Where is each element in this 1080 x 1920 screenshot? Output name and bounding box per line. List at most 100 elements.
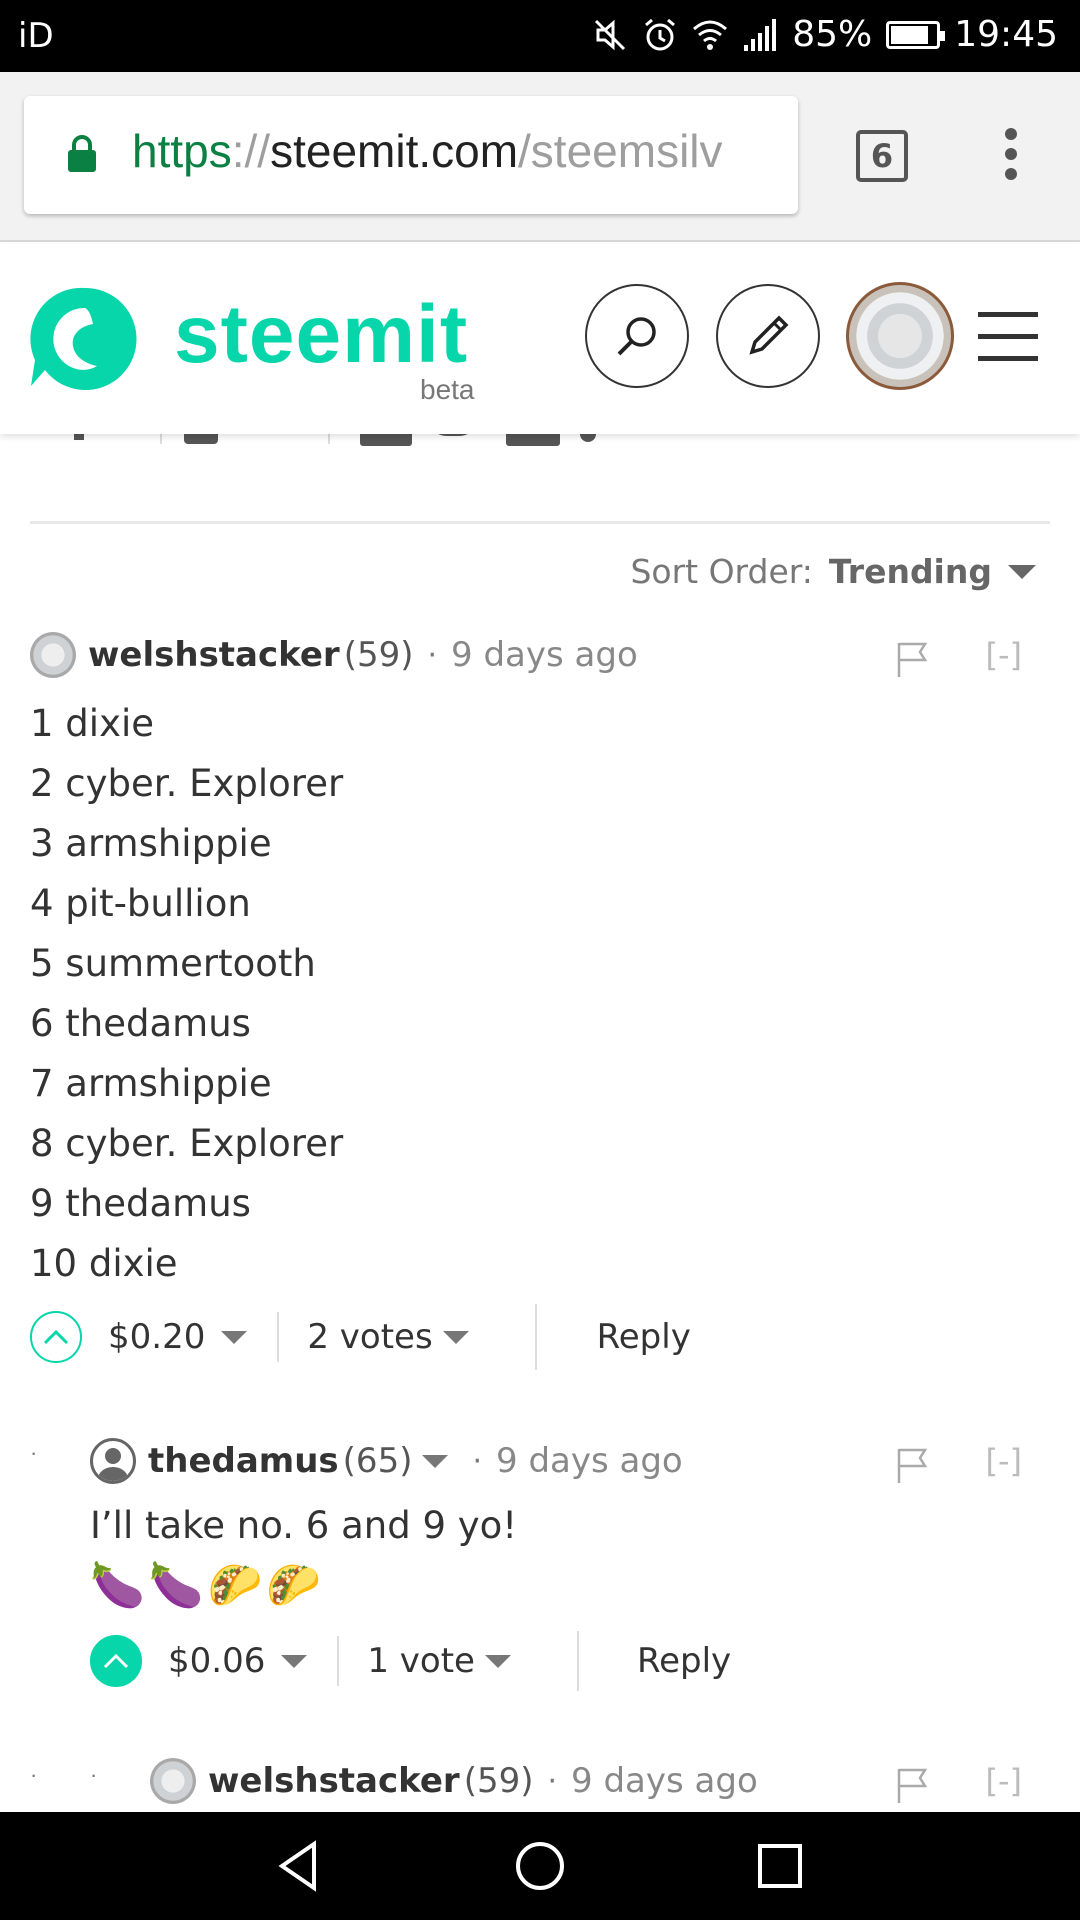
flag-icon[interactable] (896, 640, 930, 678)
tab-switcher-button[interactable]: 6 (856, 130, 908, 182)
flag-icon[interactable] (896, 1766, 930, 1804)
battery-level (891, 25, 929, 44)
android-nav-bar (0, 1812, 1080, 1920)
sort-order-label: Sort Order: (630, 552, 813, 591)
comment-line: I’ll take no. 6 and 9 yo! (90, 1504, 518, 1547)
collapse-button[interactable]: [-] (985, 636, 1022, 674)
steemit-logo-text[interactable]: steemit (174, 288, 468, 382)
comment: welshstacker (59) · 9 days ago [-] (0, 1758, 1080, 1812)
footer-divider (277, 1312, 280, 1362)
url-bar[interactable]: https://steemit.com/steemsilv (24, 96, 798, 214)
carrier-label: iD (18, 16, 54, 56)
kebab-dot-icon (1005, 168, 1017, 180)
hamburger-line-icon (978, 334, 1038, 339)
chevron-down-icon[interactable] (221, 1330, 248, 1344)
steemit-logo-icon[interactable] (28, 282, 142, 396)
home-icon[interactable] (510, 1836, 570, 1896)
status-icons: 85% 19:45 (592, 14, 1058, 55)
lock-icon (68, 135, 96, 172)
vote-count[interactable]: 1 vote (367, 1641, 475, 1681)
mute-icon (595, 19, 626, 50)
url-path: /steemsilv (518, 125, 723, 177)
chevron-up-icon (103, 1653, 129, 1669)
write-post-button[interactable] (716, 284, 820, 388)
comment-line: 3 armshippie (30, 822, 272, 865)
comment-line: 10 dixie (30, 1242, 178, 1285)
comment-header: welshstacker (59) · 9 days ago (150, 1758, 758, 1804)
collapse-button[interactable]: [-] (985, 1442, 1022, 1480)
sort-order-value[interactable]: Trending (829, 552, 992, 591)
footer-divider (337, 1636, 340, 1686)
chevron-down-icon[interactable] (1008, 564, 1036, 579)
separator-dot: · (427, 637, 438, 673)
battery-percent: 85% (792, 14, 873, 55)
avatar[interactable] (150, 1758, 196, 1804)
comment-line: 7 armshippie (30, 1062, 272, 1105)
comment-footer: $0.20 2 votes Reply (30, 1304, 691, 1370)
browser-menu-button[interactable] (994, 128, 1028, 188)
thread-marker: · (30, 1440, 38, 1465)
pencil-icon (749, 315, 789, 355)
user-avatar-button[interactable] (846, 282, 954, 390)
comment-author[interactable]: welshstacker (88, 635, 340, 675)
sort-order-control[interactable]: Sort Order: Trending (630, 552, 1036, 591)
avatar[interactable] (30, 632, 76, 678)
author-reputation: (65) (342, 1441, 413, 1481)
author-reputation: (59) (343, 635, 414, 675)
wifi-icon (693, 20, 728, 50)
battery-icon (886, 20, 946, 49)
comment-line: 5 summertooth (30, 942, 316, 985)
footer-divider (534, 1304, 537, 1370)
comment-timestamp[interactable]: 9 days ago (496, 1441, 683, 1481)
comment-body: I’ll take no. 6 and 9 yo! 🍆🍆🌮🌮 (90, 1496, 517, 1616)
author-reputation: (59) (463, 1761, 534, 1801)
alarm-icon (645, 18, 676, 50)
recents-icon[interactable] (750, 1836, 810, 1896)
chevron-down-icon[interactable] (281, 1654, 308, 1668)
collapse-button[interactable]: [-] (985, 1762, 1022, 1800)
footer-divider (576, 1631, 579, 1691)
hamburger-menu-button[interactable] (978, 312, 1038, 362)
payout-value[interactable]: $0.20 (108, 1317, 205, 1357)
back-icon[interactable] (270, 1836, 330, 1896)
beta-label: beta (420, 374, 475, 405)
kebab-dot-icon (1005, 148, 1017, 160)
comment-footer: $0.06 1 vote Reply (90, 1628, 731, 1694)
comment-line: 4 pit-bullion (30, 882, 251, 925)
url-scheme: https (132, 125, 232, 177)
separator-dot: · (472, 1443, 483, 1479)
upvote-button[interactable] (30, 1311, 82, 1363)
comment-timestamp[interactable]: 9 days ago (451, 635, 638, 675)
chevron-up-icon (43, 1329, 69, 1345)
upvote-button[interactable] (90, 1635, 142, 1687)
separator-dot: · (547, 1763, 558, 1799)
comment-emoji: 🍆🍆🌮🌮 (90, 1560, 326, 1611)
comment-header: thedamus (65) · 9 days ago (90, 1438, 683, 1484)
comment-author[interactable]: welshstacker (208, 1761, 460, 1801)
section-divider (30, 521, 1050, 524)
avatar[interactable] (90, 1438, 136, 1484)
comment-line: 1 dixie (30, 702, 155, 745)
search-button[interactable] (585, 284, 689, 388)
vote-count[interactable]: 2 votes (307, 1317, 432, 1357)
comment-body: 1 dixie 2 cyber. Explorer 3 armshippie 4… (30, 694, 343, 1294)
comment-timestamp[interactable]: 9 days ago (571, 1761, 758, 1801)
chevron-down-icon[interactable] (484, 1654, 511, 1668)
url-host: steemit.com (270, 125, 519, 177)
comment-line: 8 cyber. Explorer (30, 1122, 344, 1165)
search-icon (617, 317, 656, 356)
url-text: https://steemit.com/steemsilv (132, 124, 723, 178)
chevron-down-icon[interactable] (442, 1330, 469, 1344)
signal-icon (744, 18, 777, 51)
comment-author[interactable]: thedamus (148, 1441, 339, 1481)
browser-toolbar: https://steemit.com/steemsilv 6 (0, 72, 1080, 242)
kebab-dot-icon (1005, 128, 1017, 140)
comment-line: 2 cyber. Explorer (30, 762, 344, 805)
payout-value[interactable]: $0.06 (168, 1641, 265, 1681)
reply-link[interactable]: Reply (597, 1317, 691, 1357)
flag-icon[interactable] (896, 1446, 930, 1484)
reply-link[interactable]: Reply (637, 1641, 731, 1681)
chevron-down-icon[interactable] (422, 1454, 449, 1468)
comment-header: welshstacker (59) · 9 days ago (30, 632, 638, 678)
hamburger-line-icon (978, 356, 1038, 361)
